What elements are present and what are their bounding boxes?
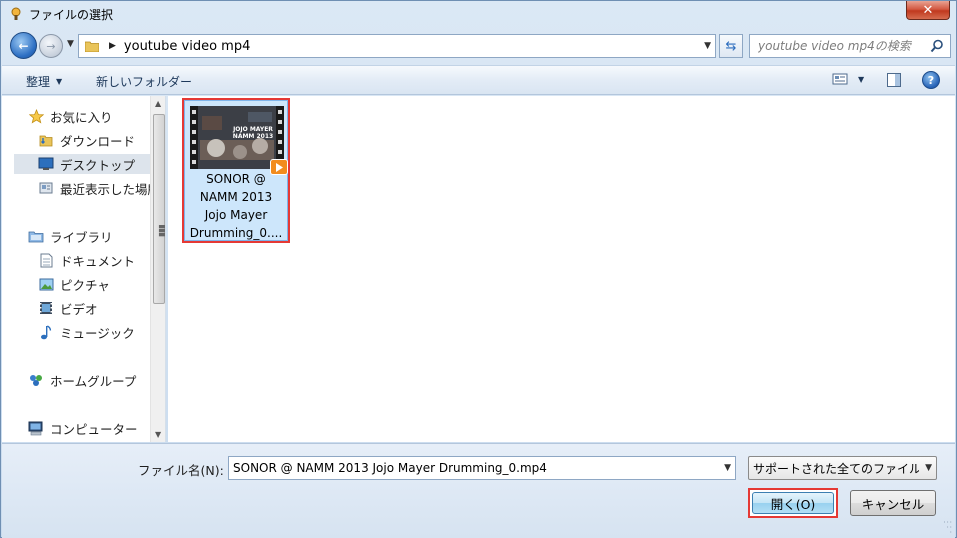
view-icon — [832, 73, 848, 85]
nav-item-label: ドキュメント — [60, 253, 136, 269]
file-type-filter-select[interactable]: サポートされた全てのファイル ▼ — [748, 456, 937, 480]
search-icon[interactable] — [930, 39, 944, 53]
nav-favorites-label: お気に入り — [50, 109, 113, 125]
organize-label: 整理 — [26, 75, 51, 89]
homegroup-icon — [28, 372, 44, 388]
scroll-up-icon[interactable]: ▲ — [155, 99, 161, 108]
downloads-folder-icon — [38, 132, 54, 148]
nav-item-pictures[interactable]: ピクチャ — [38, 274, 110, 294]
chevron-down-icon: ▼ — [56, 77, 63, 86]
back-button[interactable]: ← — [10, 32, 37, 59]
file-list-pane[interactable]: JOJO MAYER NAMM 2013 SONOR @ NAMM 2013 J… — [168, 96, 955, 442]
change-view-button[interactable]: ▼ — [832, 72, 864, 86]
help-button[interactable]: ? — [922, 71, 940, 89]
file-name-line: Jojo Mayer — [204, 208, 268, 222]
open-button[interactable]: 開く(O) — [748, 488, 838, 518]
file-open-dialog: ファイルの選択 ✕ ← → ▼ ▶ youtube video mp4 ▼ ⇆ — [0, 0, 957, 538]
file-name-line: NAMM 2013 — [199, 190, 273, 204]
file-item-video[interactable]: JOJO MAYER NAMM 2013 SONOR @ NAMM 2013 J… — [182, 98, 290, 243]
cancel-button[interactable]: キャンセル — [850, 490, 936, 516]
filename-dropdown-icon[interactable]: ▼ — [724, 463, 731, 473]
close-button[interactable]: ✕ — [906, 1, 950, 20]
app-icon — [9, 7, 23, 21]
nav-favorites[interactable]: お気に入り — [28, 106, 113, 126]
preview-pane-button[interactable] — [886, 72, 902, 88]
filename-combobox[interactable]: ▼ — [228, 456, 736, 480]
nav-item-videos[interactable]: ビデオ — [38, 298, 98, 318]
nav-libraries[interactable]: ライブラリ — [28, 226, 113, 246]
nav-computer[interactable]: コンピューター — [28, 418, 138, 438]
breadcrumb-chevron-icon[interactable]: ▶ — [109, 41, 116, 51]
file-type-filter-value: サポートされた全てのファイル — [753, 461, 919, 476]
address-bar[interactable]: ▶ youtube video mp4 ▼ — [78, 34, 716, 58]
refresh-button[interactable]: ⇆ — [719, 34, 743, 58]
search-box[interactable] — [749, 34, 951, 58]
nav-item-label: ダウンロード — [60, 133, 136, 149]
nav-item-label: ピクチャ — [60, 277, 110, 293]
music-note-icon — [38, 324, 54, 340]
preview-pane-icon — [887, 73, 901, 87]
navigation-scrollbar[interactable]: ▲ ▬ ▬ ▬ ▼ — [150, 96, 165, 442]
view-options-dropdown-icon[interactable]: ▼ — [858, 75, 864, 84]
nav-homegroup-label: ホームグループ — [50, 373, 137, 389]
nav-item-desktop[interactable]: デスクトップ — [14, 154, 151, 174]
arrow-right-icon: → — [46, 39, 56, 53]
file-name-line: SONOR @ — [206, 172, 266, 186]
address-history-dropdown[interactable]: ▼ — [704, 41, 711, 51]
dialog-footer: ファイル名(N): ▼ サポートされた全てのファイル ▼ 開く(O) キャンセル… — [2, 443, 955, 538]
close-icon: ✕ — [922, 2, 934, 18]
documents-icon — [38, 252, 54, 268]
search-input[interactable] — [758, 39, 928, 53]
organize-menu-button[interactable]: 整理 ▼ — [26, 73, 62, 90]
resize-grip-icon[interactable]: · · · · · · — [943, 519, 952, 537]
forward-button[interactable]: → — [39, 34, 63, 58]
chevron-down-icon: ▼ — [925, 463, 932, 473]
grip-icon: ▬ ▬ ▬ — [158, 222, 166, 240]
nav-homegroup[interactable]: ホームグループ — [28, 370, 136, 390]
nav-item-downloads[interactable]: ダウンロード — [38, 130, 135, 150]
breadcrumb-current-folder[interactable]: youtube video mp4 — [124, 39, 250, 54]
filename-input[interactable] — [233, 461, 713, 475]
recent-locations-dropdown[interactable]: ▼ — [67, 39, 74, 49]
video-icon — [38, 300, 54, 316]
video-thumbnail: JOJO MAYER NAMM 2013 — [190, 106, 288, 175]
scroll-down-icon[interactable]: ▼ — [155, 430, 161, 439]
scrollbar-thumb[interactable]: ▬ ▬ ▬ — [153, 114, 165, 304]
nav-item-label: ミュージック — [60, 325, 135, 341]
nav-item-label: ビデオ — [60, 301, 98, 317]
refresh-icon: ⇆ — [725, 38, 737, 54]
command-bar: 整理 ▼ 新しいフォルダー ▼ ? — [2, 65, 955, 95]
help-icon: ? — [927, 73, 935, 87]
nav-item-recent-places[interactable]: 最近表示した場所 — [38, 178, 160, 198]
nav-libraries-label: ライブラリ — [50, 229, 113, 245]
window-title: ファイルの選択 — [29, 7, 114, 22]
nav-item-label: 最近表示した場所 — [60, 181, 161, 197]
filename-label: ファイル名(N): — [138, 463, 224, 478]
libraries-icon — [28, 228, 44, 244]
thumbnail-caption: JOJO MAYER NAMM 2013 — [232, 126, 274, 140]
arrow-left-icon: ← — [18, 38, 29, 53]
computer-icon — [28, 420, 44, 436]
desktop-icon — [38, 156, 54, 172]
star-icon — [28, 108, 44, 124]
nav-item-music[interactable]: ミュージック — [38, 322, 135, 342]
address-row: ← → ▼ ▶ youtube video mp4 ▼ ⇆ — [1, 29, 956, 63]
new-folder-button[interactable]: 新しいフォルダー — [96, 73, 192, 90]
title-bar: ファイルの選択 ✕ — [1, 1, 956, 27]
nav-computer-label: コンピューター — [50, 421, 138, 437]
file-name-label: SONOR @ NAMM 2013 Jojo Mayer Drumming_0.… — [186, 170, 286, 242]
navigation-pane: お気に入り ダウンロード デスクトップ 最近表示した場所 ライブラリ ドキュメン… — [2, 96, 166, 442]
nav-item-label: デスクトップ — [60, 157, 136, 173]
recent-places-icon — [38, 180, 54, 196]
open-button-face[interactable]: 開く(O) — [752, 492, 834, 514]
pictures-icon — [38, 276, 54, 292]
nav-item-documents[interactable]: ドキュメント — [38, 250, 135, 270]
folder-icon — [84, 40, 100, 53]
file-name-line: Drumming_0.... — [189, 226, 283, 240]
